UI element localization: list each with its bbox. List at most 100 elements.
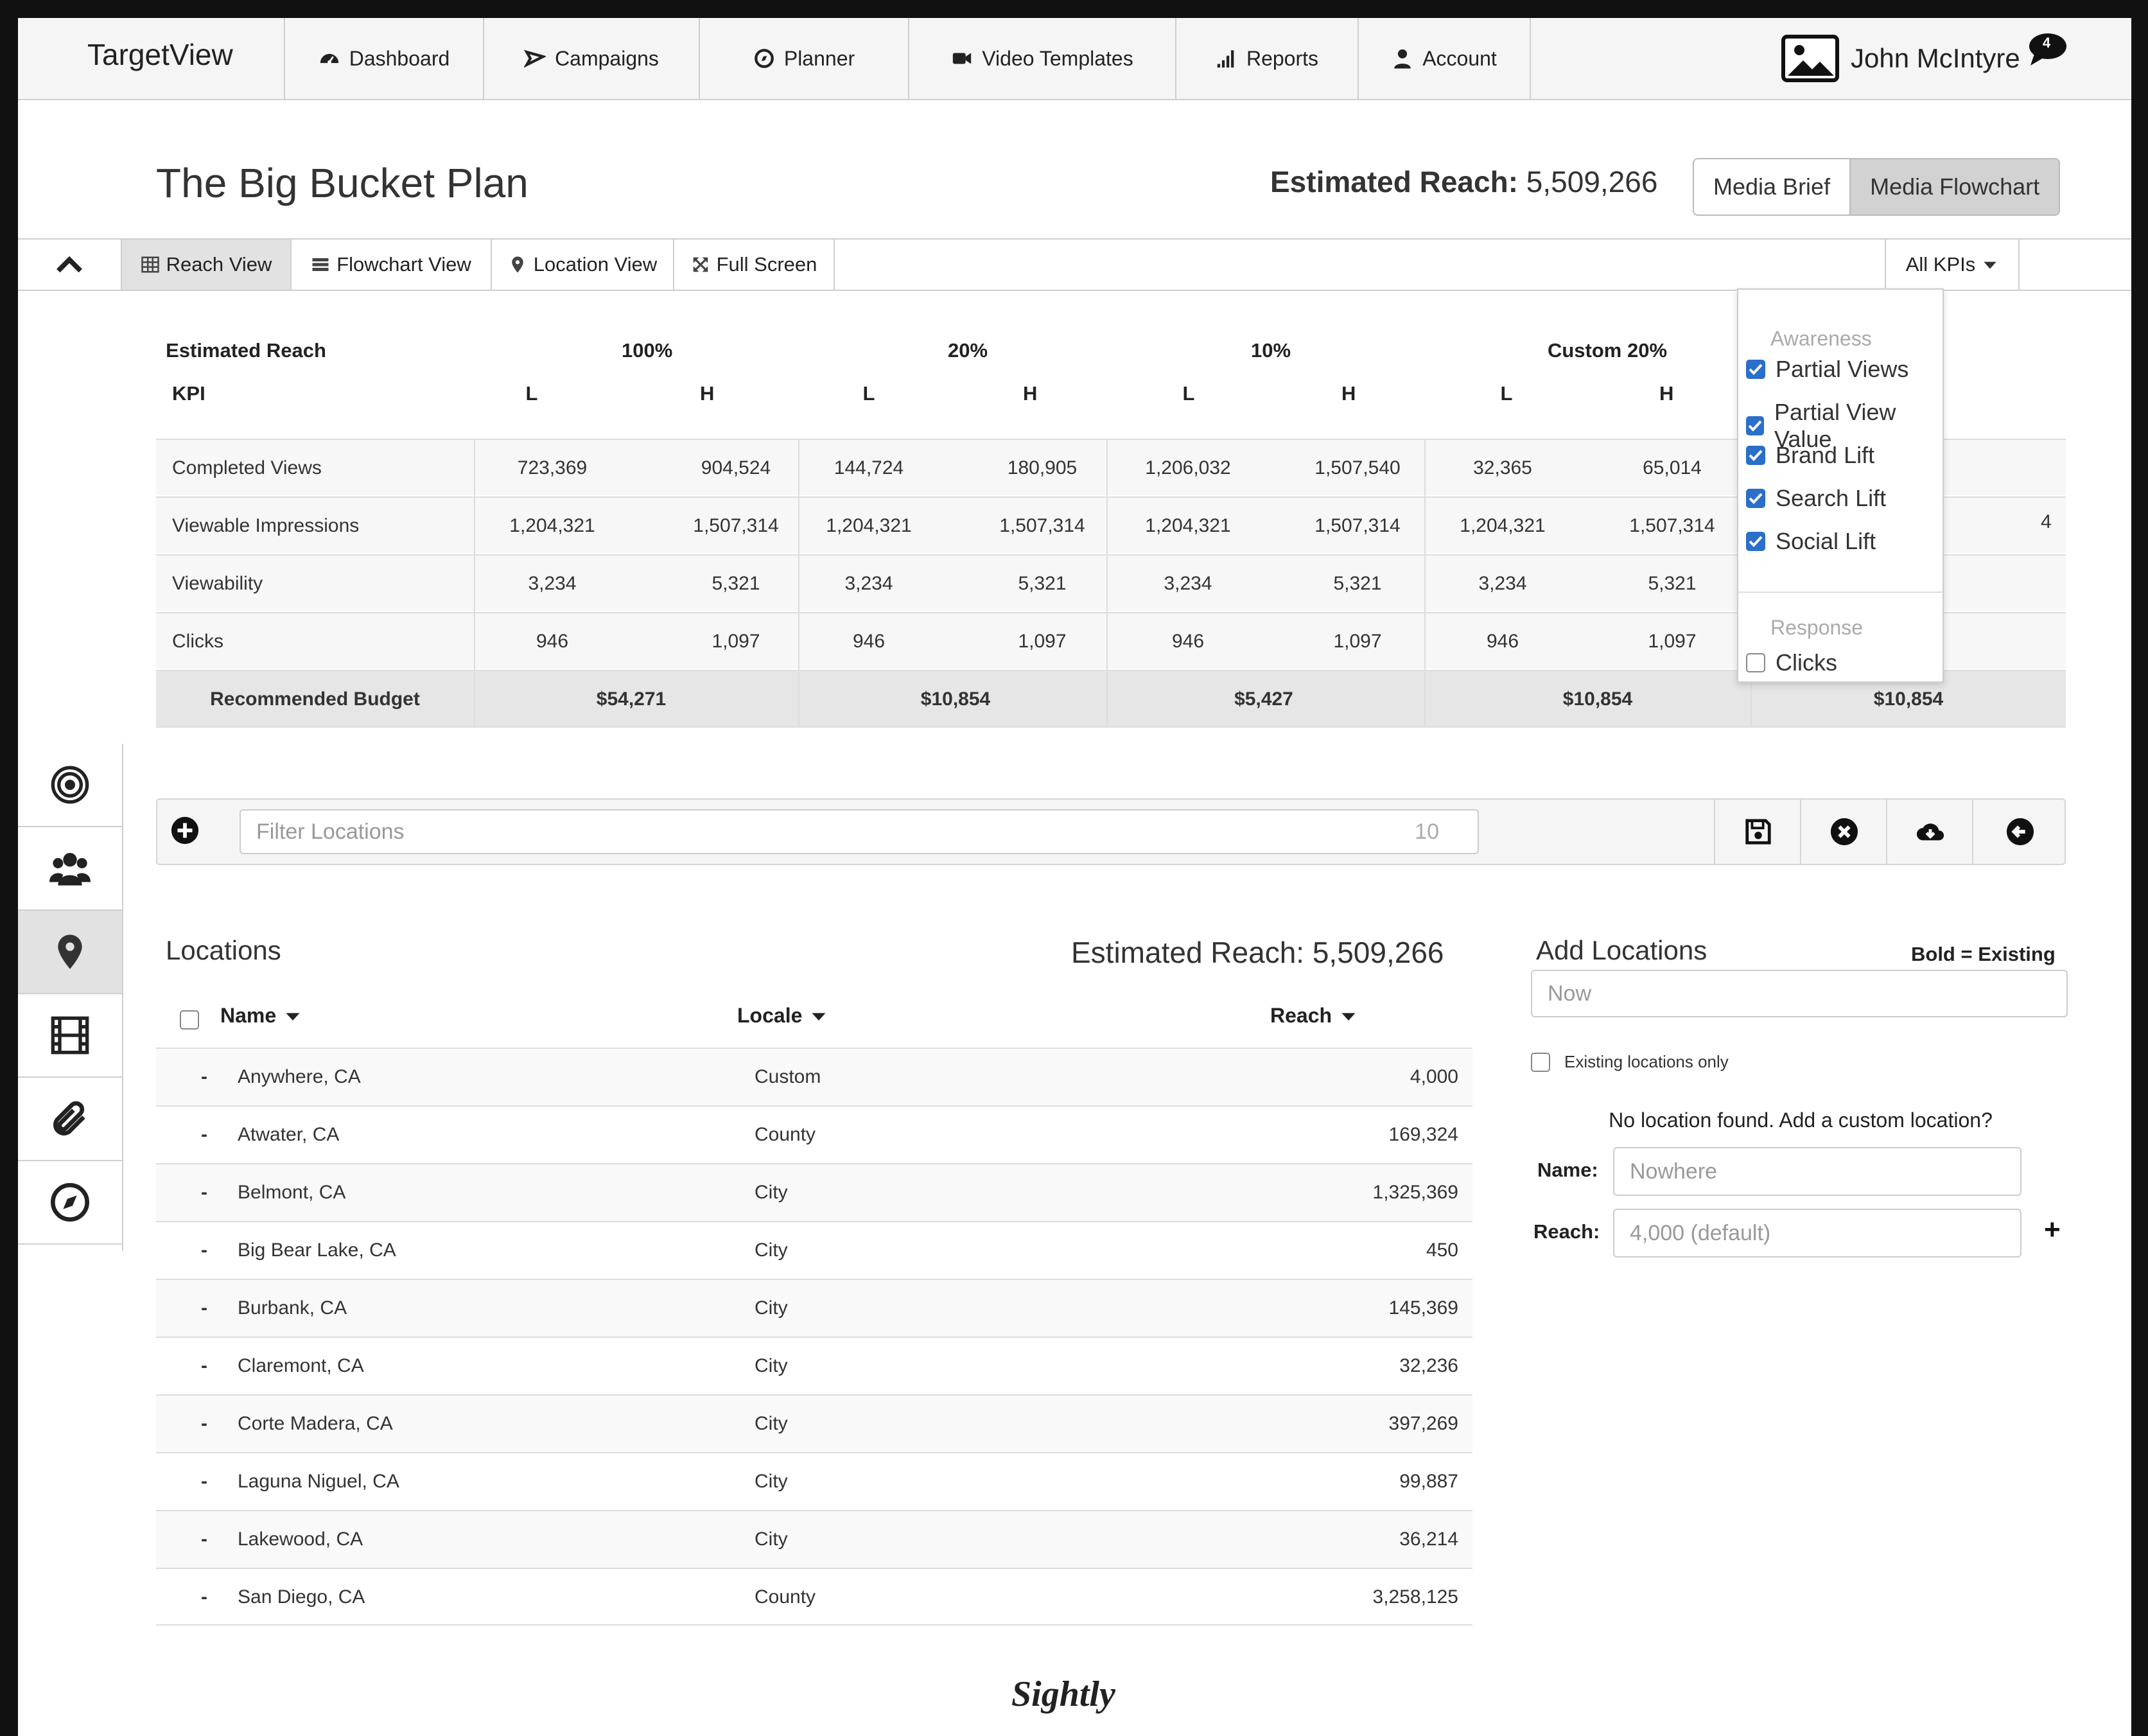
- group-header-10: 10%: [1251, 339, 1291, 362]
- nav-planner[interactable]: Planner: [699, 18, 908, 99]
- location-search-input[interactable]: Now: [1531, 970, 2068, 1017]
- tab-reach-view[interactable]: Reach View: [122, 240, 292, 290]
- custom-name-placeholder: Nowhere: [1630, 1159, 1718, 1184]
- kpi-option[interactable]: Brand Lift: [1746, 442, 1874, 469]
- col-custom-low: L: [1500, 382, 1513, 405]
- reach-value-cell: 3,234: [528, 573, 577, 594]
- location-remove-marker[interactable]: -: [201, 1511, 207, 1568]
- sidebar-item-audience[interactable]: [18, 827, 122, 911]
- reach-value-cell: 3,234: [1478, 573, 1527, 594]
- media-flowchart-button[interactable]: Media Flowchart: [1849, 159, 2059, 215]
- kpi-clicks-checkbox[interactable]: [1746, 653, 1765, 672]
- reach-row-kpi: Completed Views: [172, 457, 322, 478]
- col-100-high: H: [700, 382, 715, 405]
- footer-logo: Sightly: [1011, 1674, 1115, 1714]
- paperclip-icon: [53, 1101, 85, 1135]
- kpi-option-label: Social Lift: [1776, 528, 1876, 554]
- reach-value-cell: 144,724: [834, 457, 904, 478]
- download-button[interactable]: [1886, 800, 1973, 864]
- location-remove-marker[interactable]: -: [201, 1396, 207, 1452]
- kpi-option-checkbox[interactable]: [1746, 532, 1765, 551]
- location-reach: 145,369: [1388, 1297, 1458, 1319]
- sidebar-item-locations[interactable]: [18, 911, 122, 994]
- existing-only-checkbox[interactable]: [1531, 1052, 1550, 1072]
- location-row[interactable]: - Lakewood, CA City 36,214: [156, 1510, 1472, 1568]
- nav-campaigns[interactable]: Campaigns: [483, 18, 699, 99]
- cloud-download-icon: [1916, 823, 1944, 841]
- location-row[interactable]: - Burbank, CA City 145,369: [156, 1279, 1472, 1337]
- reach-row-kpi: Viewable Impressions: [172, 515, 360, 536]
- kpi-option-checkbox[interactable]: [1746, 360, 1765, 379]
- sidebar-item-planner[interactable]: [18, 1161, 122, 1245]
- kpi-option-checkbox[interactable]: [1746, 489, 1765, 508]
- location-row[interactable]: - Big Bear Lake, CA City 450: [156, 1221, 1472, 1279]
- header-reach-label: Estimated Reach:: [1270, 165, 1519, 198]
- location-remove-marker[interactable]: -: [201, 1222, 207, 1279]
- location-remove-marker[interactable]: -: [201, 1280, 207, 1337]
- kpi-option[interactable]: Search Lift: [1746, 485, 1886, 512]
- select-all-box[interactable]: [180, 1010, 199, 1030]
- nav-reports[interactable]: Reports: [1175, 18, 1358, 99]
- filter-locations-input[interactable]: Filter Locations 10: [240, 809, 1479, 854]
- notification-badge[interactable]: 4: [2028, 32, 2073, 67]
- nav-dashboard[interactable]: Dashboard: [284, 18, 483, 99]
- user-menu[interactable]: John McIntyre: [1781, 35, 2020, 82]
- location-remove-marker[interactable]: -: [201, 1107, 207, 1163]
- media-brief-button[interactable]: Media Brief: [1694, 159, 1849, 215]
- location-row[interactable]: - Corte Madera, CA City 397,269: [156, 1394, 1472, 1452]
- notification-count: 4: [2042, 35, 2051, 51]
- reach-value-cell: 5,321: [1333, 573, 1382, 594]
- location-remove-marker[interactable]: -: [201, 1049, 207, 1105]
- reach-value-cell: 3,234: [844, 573, 893, 594]
- full-screen-button[interactable]: Full Screen: [674, 240, 835, 290]
- tab-flowchart-view[interactable]: Flowchart View: [292, 240, 492, 290]
- locations-estimated-reach: Estimated Reach: 5,509,266: [1071, 935, 1444, 970]
- nav-video-templates[interactable]: Video Templates: [908, 18, 1175, 99]
- col-custom-high: H: [1659, 382, 1674, 405]
- location-locale: County: [755, 1586, 816, 1608]
- column-reach-sort[interactable]: Reach: [1270, 1004, 1358, 1028]
- back-button[interactable]: [1972, 800, 2067, 864]
- kpi-option-checkbox[interactable]: [1746, 416, 1764, 435]
- kpi-option[interactable]: Social Lift: [1746, 528, 1876, 555]
- sidebar-item-videos[interactable]: [18, 994, 122, 1078]
- kpi-option-clicks[interactable]: Clicks: [1746, 649, 1837, 676]
- location-row[interactable]: - Claremont, CA City 32,236: [156, 1337, 1472, 1394]
- add-custom-location-button[interactable]: +: [2044, 1214, 2061, 1246]
- clear-button[interactable]: [1800, 800, 1887, 864]
- nav-account[interactable]: Account: [1358, 18, 1531, 99]
- checkmark-icon: [1749, 493, 1763, 504]
- location-row[interactable]: - Anywhere, CA Custom 4,000: [156, 1048, 1472, 1105]
- location-remove-marker[interactable]: -: [201, 1569, 207, 1626]
- existing-only-toggle[interactable]: Existing locations only: [1531, 1052, 1729, 1072]
- location-remove-marker[interactable]: -: [201, 1453, 207, 1510]
- sidebar-item-targeting[interactable]: [18, 744, 122, 827]
- reach-value-cell: 904,524: [701, 457, 771, 478]
- location-remove-marker[interactable]: -: [201, 1338, 207, 1394]
- column-name-sort[interactable]: Name: [220, 1004, 302, 1028]
- location-row[interactable]: - Atwater, CA County 169,324: [156, 1105, 1472, 1163]
- select-all-checkbox[interactable]: [180, 1010, 199, 1030]
- add-location-button[interactable]: [170, 816, 202, 848]
- location-reach: 4,000: [1410, 1066, 1458, 1087]
- brand-logo[interactable]: TargetView: [87, 37, 233, 72]
- custom-name-input[interactable]: Nowhere: [1613, 1147, 2021, 1196]
- location-row[interactable]: - Belmont, CA City 1,325,369: [156, 1163, 1472, 1221]
- column-locale-sort[interactable]: Locale: [737, 1004, 828, 1028]
- location-row[interactable]: - Laguna Niguel, CA City 99,887: [156, 1452, 1472, 1510]
- kpi-option-checkbox[interactable]: [1746, 446, 1765, 465]
- sidebar-item-attachments[interactable]: [18, 1078, 122, 1161]
- location-row[interactable]: - San Diego, CA County 3,258,125: [156, 1568, 1472, 1626]
- add-locations-title: Add Locations: [1536, 935, 1707, 965]
- location-remove-marker[interactable]: -: [201, 1164, 207, 1221]
- kpi-option[interactable]: Partial Views: [1746, 356, 1908, 383]
- column-name-label: Name: [220, 1004, 277, 1027]
- collapse-button[interactable]: [18, 240, 122, 290]
- custom-reach-input[interactable]: 4,000 (default): [1613, 1209, 2021, 1258]
- location-locale: City: [755, 1355, 788, 1376]
- budget-label: Recommended Budget: [210, 688, 420, 710]
- save-button[interactable]: [1714, 800, 1801, 864]
- tab-location-view[interactable]: Location View: [492, 240, 674, 290]
- kpi-select[interactable]: All KPIs: [1885, 240, 2020, 290]
- locations-reach-value: 5,509,266: [1312, 936, 1444, 969]
